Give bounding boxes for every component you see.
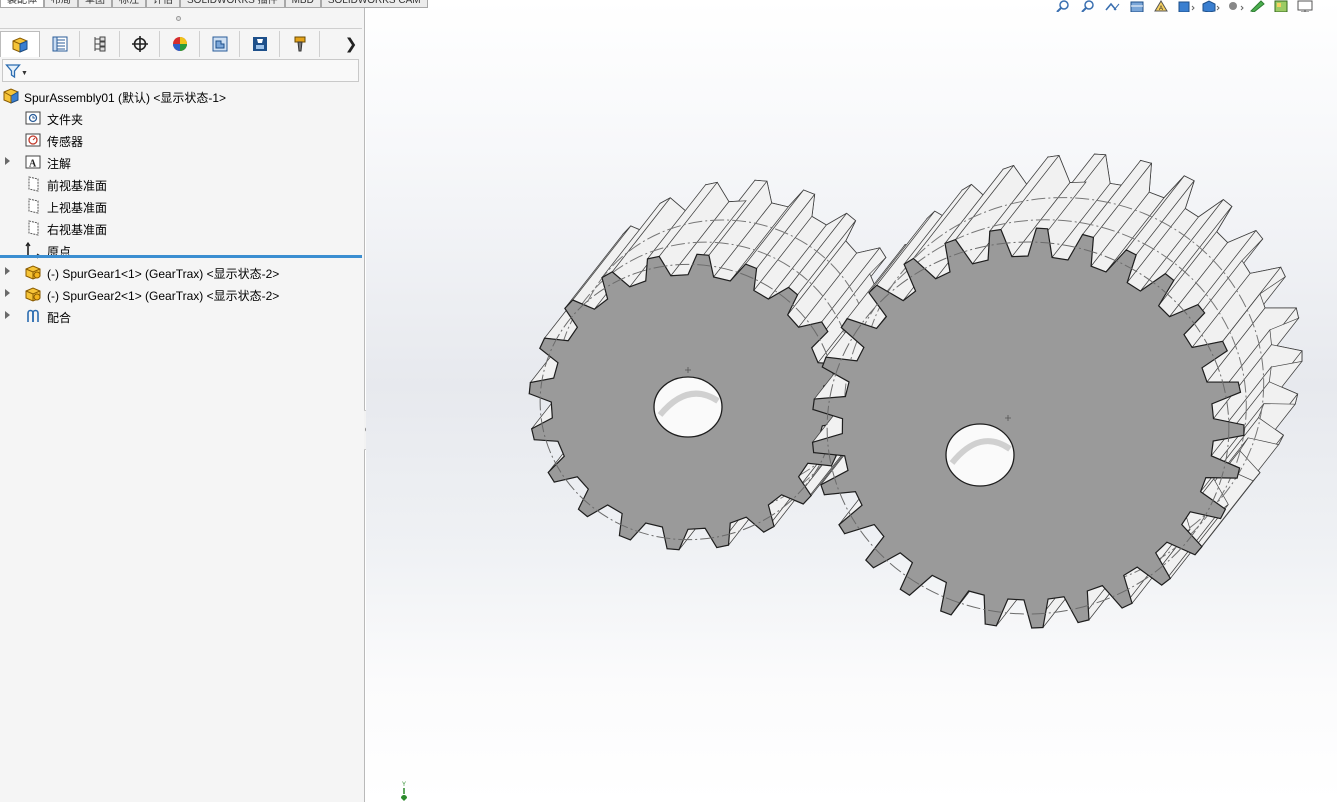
cam-tool-tree-icon xyxy=(294,36,305,52)
more-tabs-chevron-icon[interactable]: ❯ xyxy=(344,36,358,53)
ribbon-tab[interactable]: MBD xyxy=(284,0,321,8)
triad-y-label: Y xyxy=(402,782,406,788)
configuration-manager-icon xyxy=(94,36,105,52)
ribbon-tab[interactable]: 标注 xyxy=(112,0,146,8)
tree-item-label: 上视基准面 xyxy=(47,201,108,215)
tree-item-label: 右视基准面 xyxy=(47,223,108,237)
tab-dimxpert-manager[interactable] xyxy=(120,31,160,57)
plane-icon xyxy=(24,219,42,237)
tree-item[interactable]: (-) SpurGear2<1> (GearTrax) <显示状态-2> xyxy=(0,283,362,305)
tree-item-label: (-) SpurGear2<1> (GearTrax) <显示状态-2> xyxy=(47,289,280,303)
property-manager-icon xyxy=(52,36,67,52)
tree-item[interactable]: 传感器 xyxy=(0,129,362,151)
filter-dropdown-caret-icon[interactable]: ▼ xyxy=(21,70,28,77)
tree-item[interactable]: 配合 xyxy=(0,305,362,327)
feature-manager-icon xyxy=(12,36,28,53)
tree-item[interactable]: 文件夹 xyxy=(0,107,362,129)
graphics-viewport[interactable]: A Y xyxy=(366,0,1337,802)
tree-item[interactable]: (-) SpurGear1<1> (GearTrax) <显示状态-2> xyxy=(0,261,362,283)
history-folder-icon xyxy=(24,109,42,127)
feature-manager-pane: ❯ ▼ SpurAssembly01 (默认) <显示状态-1> 文件夹传感器 A… xyxy=(0,8,365,802)
tree-item[interactable]: 前视基准面 xyxy=(0,173,362,195)
tab-property-manager[interactable] xyxy=(40,31,80,57)
tree-root-label: SpurAssembly01 (默认) <显示状态-1> xyxy=(24,91,227,105)
tab-feature-manager[interactable] xyxy=(0,31,40,57)
sensor-icon xyxy=(24,131,42,149)
manager-tabs xyxy=(0,31,362,57)
plane-icon xyxy=(24,197,42,215)
ribbon-tab[interactable]: 草图 xyxy=(78,0,112,8)
expand-arrow-icon[interactable] xyxy=(5,311,10,319)
gear-assembly-model[interactable] xyxy=(366,0,1337,802)
cam-operation-tree-icon xyxy=(252,37,267,51)
expand-arrow-icon[interactable] xyxy=(5,157,10,165)
tree-item-label: (-) SpurGear1<1> (GearTrax) <显示状态-2> xyxy=(47,267,280,281)
tree-item-label: 注解 xyxy=(47,157,72,171)
ribbon-tab[interactable]: 装配体 xyxy=(0,0,44,8)
tab-configuration-manager[interactable] xyxy=(80,31,120,57)
tab-cam-tool-tree[interactable] xyxy=(280,31,320,57)
dimxpert-manager-icon xyxy=(131,36,148,52)
tree-item-label: 前视基准面 xyxy=(47,179,108,193)
gear-2[interactable] xyxy=(811,153,1303,629)
svg-text:A: A xyxy=(29,159,37,170)
part-icon xyxy=(24,285,42,303)
tab-cam-feature-tree[interactable] xyxy=(200,31,240,57)
tree-filter[interactable]: ▼ xyxy=(2,59,359,82)
expand-arrow-icon[interactable] xyxy=(5,267,10,275)
assembly-icon xyxy=(2,87,20,105)
reference-triad: Y xyxy=(401,782,407,801)
tree-root-assembly[interactable]: SpurAssembly01 (默认) <显示状态-1> xyxy=(0,85,362,107)
tab-cam-operation-tree[interactable] xyxy=(240,31,280,57)
ribbon-tab[interactable]: SOLIDWORKS CAM xyxy=(320,0,428,8)
expand-arrow-icon[interactable] xyxy=(5,289,10,297)
tree-rollback-bar[interactable] xyxy=(0,255,362,258)
feature-tree: SpurAssembly01 (默认) <显示状态-1> 文件夹传感器 A 注解前视… xyxy=(0,85,362,327)
display-manager-icon xyxy=(172,37,187,51)
part-icon xyxy=(24,263,42,281)
ribbon-tab[interactable]: 布局 xyxy=(44,0,78,8)
filter-icon xyxy=(5,63,21,78)
pane-grip[interactable] xyxy=(176,16,181,21)
pane-divider xyxy=(0,28,362,29)
cam-feature-tree-icon xyxy=(212,36,227,52)
tree-item[interactable]: A 注解 xyxy=(0,151,362,173)
tree-item[interactable]: 上视基准面 xyxy=(0,195,362,217)
plane-icon xyxy=(24,175,42,193)
annotations-icon: A xyxy=(24,153,42,171)
tree-item-label: 文件夹 xyxy=(47,113,84,127)
ribbon-tab[interactable]: 评估 xyxy=(146,0,180,8)
tab-display-manager[interactable] xyxy=(160,31,200,57)
ribbon-tab[interactable]: SOLIDWORKS 插件 xyxy=(180,0,285,8)
tree-item-label: 配合 xyxy=(47,311,72,325)
tree-item-label: 传感器 xyxy=(47,135,84,149)
command-manager-tabs: 装配体 布局 草图 标注 评估 SOLIDWORKS 插件 MBD SOLIDWORKS CA… xyxy=(0,0,571,8)
tree-item[interactable]: 右视基准面 xyxy=(0,217,362,239)
mates-icon xyxy=(24,307,42,325)
